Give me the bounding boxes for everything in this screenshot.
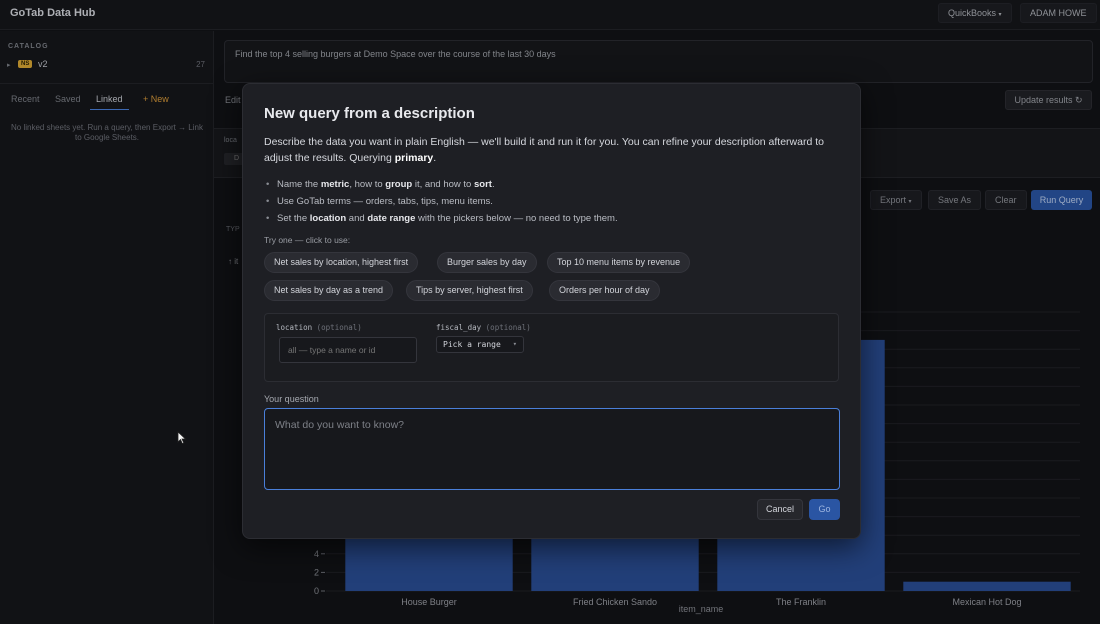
suggestion-chip[interactable]: Net sales by location, highest first bbox=[264, 252, 419, 273]
location-param-label: location (optional) bbox=[276, 323, 362, 332]
fiscal-day-param-label: fiscal_day (optional) bbox=[436, 323, 531, 332]
date-range-picker[interactable]: Pick a range ▾ bbox=[436, 336, 524, 353]
question-input[interactable] bbox=[264, 408, 840, 490]
suggestion-chip[interactable]: Orders per hour of day bbox=[549, 280, 660, 301]
parameters-panel: location (optional) fiscal_day (optional… bbox=[264, 313, 839, 382]
suggestion-chip[interactable]: Tips by server, highest first bbox=[406, 280, 533, 301]
tip-item: Set the location and date range with the… bbox=[264, 210, 844, 227]
desc-db-name: primary bbox=[394, 152, 434, 164]
new-query-modal: New query from a description Describe th… bbox=[242, 83, 861, 539]
tip-item: Use GoTab terms — orders, tabs, tips, me… bbox=[264, 193, 844, 210]
modal-description: Describe the data you want in plain Engl… bbox=[264, 134, 834, 166]
tip-item: Name the metric, how to group it, and ho… bbox=[264, 176, 844, 193]
tips-list: Name the metric, how to group it, and ho… bbox=[264, 176, 844, 227]
suggestion-chip[interactable]: Top 10 menu items by revenue bbox=[547, 252, 691, 273]
cancel-button[interactable]: Cancel bbox=[757, 499, 803, 520]
try-one-label: Try one — click to use: bbox=[264, 235, 351, 245]
desc-text-end: . bbox=[433, 152, 437, 164]
suggestion-chip[interactable]: Net sales by day as a trend bbox=[264, 280, 394, 301]
location-input[interactable] bbox=[279, 337, 417, 363]
chevron-down-icon: ▾ bbox=[512, 340, 517, 348]
suggestion-chip[interactable]: Burger sales by day bbox=[437, 252, 537, 273]
range-label: Pick a range bbox=[443, 340, 501, 349]
modal-title: New query from a description bbox=[264, 105, 475, 122]
desc-text: Describe the data you want in plain Engl… bbox=[264, 136, 824, 164]
go-button[interactable]: Go bbox=[809, 499, 840, 520]
mouse-cursor-icon bbox=[177, 431, 187, 445]
question-label: Your question bbox=[264, 394, 319, 404]
